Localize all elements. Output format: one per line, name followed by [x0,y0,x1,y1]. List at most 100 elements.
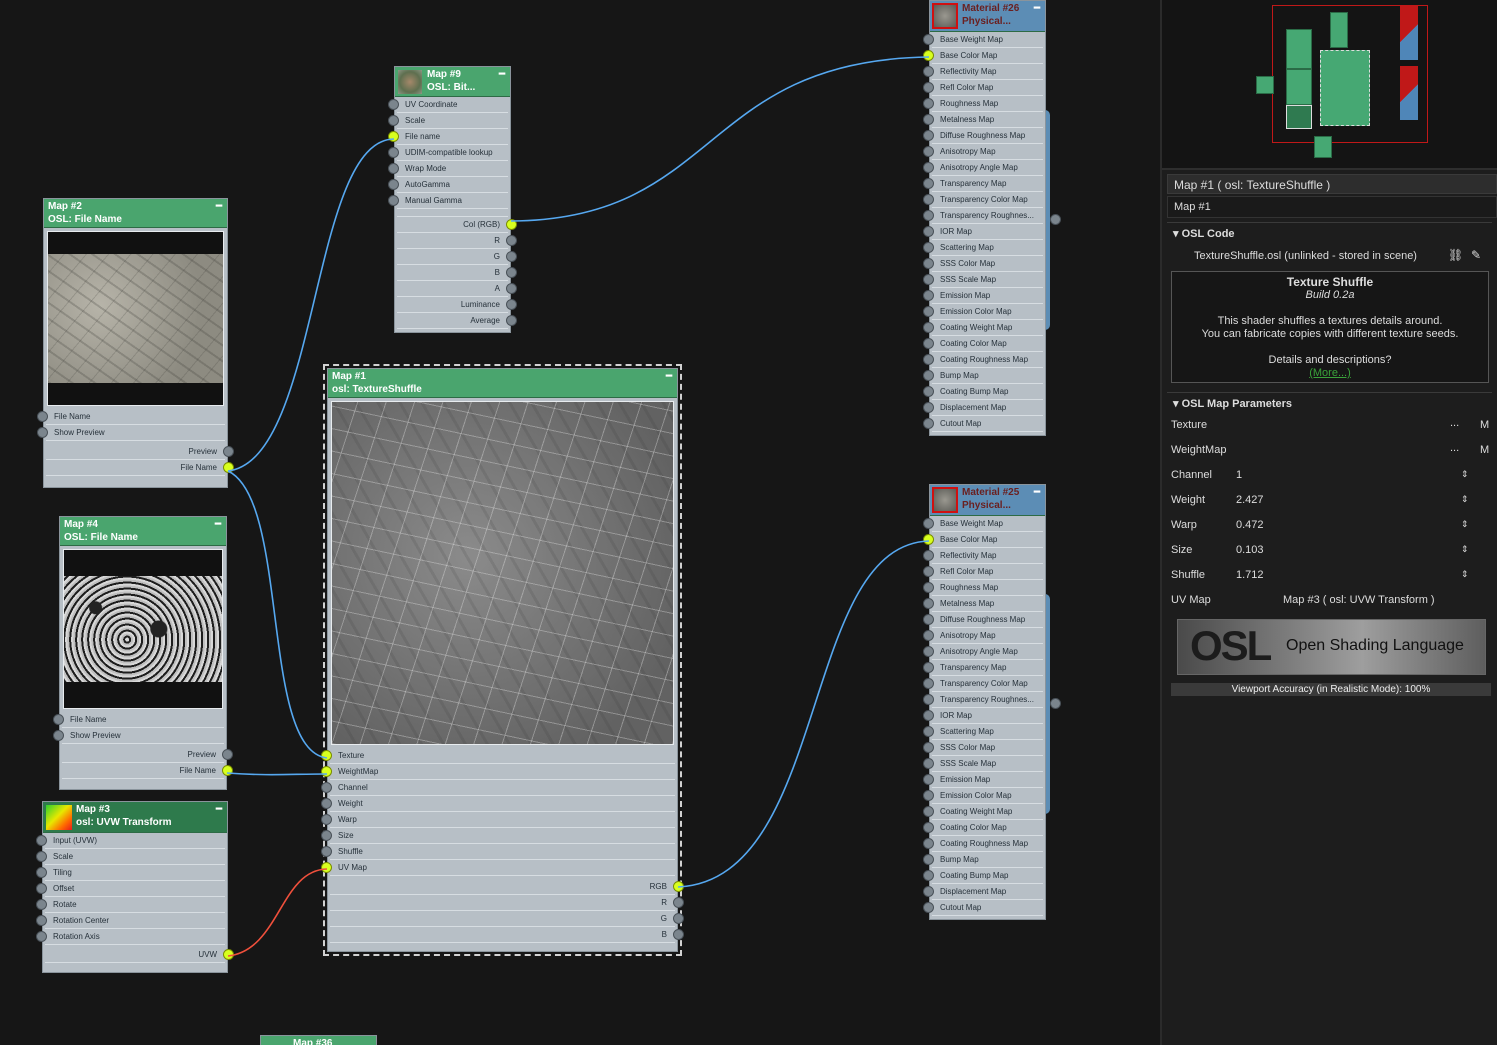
socket-pin[interactable] [923,386,934,397]
socket-pin[interactable] [37,411,48,422]
input-slot[interactable]: Displacement Map [923,400,1043,416]
socket-pin[interactable] [673,929,684,940]
input-slot[interactable]: IOR Map [923,708,1043,724]
output-slot[interactable]: G [397,249,517,265]
socket-pin[interactable] [923,582,934,593]
input-slot[interactable]: File Name [37,409,225,425]
socket-pin[interactable] [923,210,934,221]
browse-button[interactable]: ... [1450,442,1459,454]
socket-pin[interactable] [37,427,48,438]
socket-pin[interactable] [388,147,399,158]
socket-pin[interactable] [923,822,934,833]
input-slot[interactable]: Transparency Roughnes... [923,692,1043,708]
minimize-icon[interactable]: ━ [666,370,672,383]
socket-pin[interactable] [923,402,934,413]
minimize-icon[interactable]: ━ [1034,486,1040,499]
input-slot[interactable]: Metalness Map [923,112,1043,128]
socket-pin[interactable] [223,949,234,960]
viewport-accuracy-bar[interactable]: Viewport Accuracy (in Realistic Mode): 1… [1171,683,1491,696]
input-slot[interactable]: Coating Bump Map [923,384,1043,400]
param-value[interactable]: 1 [1236,469,1242,481]
socket-pin[interactable] [923,854,934,865]
input-slot[interactable]: Wrap Mode [388,161,508,177]
param-value[interactable]: 0.103 [1236,544,1264,556]
socket-pin[interactable] [923,886,934,897]
input-slot[interactable]: Base Color Map [923,532,1043,548]
input-slot[interactable]: Shuffle [321,844,675,860]
socket-pin[interactable] [923,146,934,157]
socket-pin[interactable] [923,566,934,577]
minimize-icon[interactable]: ━ [215,518,221,531]
input-slot[interactable]: Refl Color Map [923,564,1043,580]
socket-pin[interactable] [321,766,332,777]
output-slot[interactable]: B [330,927,684,943]
node-header[interactable]: Map #2 OSL: File Name ━ [44,199,227,228]
input-slot[interactable]: Transparency Roughnes... [923,208,1043,224]
input-slot[interactable]: Anisotropy Map [923,144,1043,160]
input-slot[interactable]: Coating Color Map [923,336,1043,352]
node-header[interactable]: Map #36 [261,1036,376,1045]
socket-pin[interactable] [388,179,399,190]
input-slot[interactable]: Reflectivity Map [923,64,1043,80]
minimize-icon[interactable]: ━ [216,200,222,213]
node-map4[interactable]: Map #4 OSL: File Name ━ File Name Show Pr… [53,516,233,790]
socket-pin[interactable] [923,630,934,641]
socket-pin[interactable] [506,235,517,246]
input-slot[interactable]: Emission Color Map [923,304,1043,320]
input-slot[interactable]: SSS Color Map [923,256,1043,272]
socket-pin[interactable] [506,251,517,262]
output-slot[interactable]: A [397,281,517,297]
socket-pin[interactable] [388,163,399,174]
socket-pin[interactable] [923,178,934,189]
socket-pin[interactable] [923,322,934,333]
spinner-icon[interactable]: ⇕ [1461,494,1469,505]
input-slot[interactable]: Coating Weight Map [923,320,1043,336]
input-slot[interactable]: Warp [321,812,675,828]
input-slot[interactable]: Transparency Color Map [923,676,1043,692]
output-slot[interactable]: Col (RGB) [397,217,517,233]
socket-pin[interactable] [923,550,934,561]
socket-pin[interactable] [673,897,684,908]
output-slot[interactable]: Preview [62,747,233,763]
socket-pin[interactable] [321,846,332,857]
node-material25[interactable]: Material #25 Physical... ━ Base Weight M… [923,484,1061,920]
node-map1[interactable]: Map #1 osl: TextureShuffle ━ Texture Weig… [321,368,684,952]
socket-pin[interactable] [222,765,233,776]
output-slot[interactable]: File Name [46,460,234,476]
socket-pin[interactable] [223,446,234,457]
input-slot[interactable]: Diffuse Roughness Map [923,128,1043,144]
socket-pin[interactable] [923,774,934,785]
input-slot[interactable]: Scattering Map [923,724,1043,740]
socket-pin[interactable] [923,742,934,753]
socket-pin[interactable] [923,66,934,77]
input-slot[interactable]: Cutout Map [923,416,1043,432]
socket-pin[interactable] [923,662,934,673]
rollup-header[interactable]: ▾ OSL Code [1167,223,1492,244]
param-row[interactable]: WeightMap... M [1171,442,1497,462]
input-slot[interactable]: Roughness Map [923,96,1043,112]
collapse-icon[interactable]: ▾ [1173,228,1182,240]
edit-pencil-icon[interactable]: ✎ [1471,248,1481,262]
param-value[interactable]: 1.712 [1236,569,1264,581]
socket-pin[interactable] [923,646,934,657]
input-slot[interactable]: Rotation Axis [36,929,225,945]
socket-pin[interactable] [923,258,934,269]
map-name-field[interactable]: Map #1 [1167,196,1497,218]
collapse-icon[interactable]: ▾ [1173,398,1182,410]
input-slot[interactable]: Scale [388,113,508,129]
socket-pin[interactable] [923,838,934,849]
socket-pin[interactable] [923,130,934,141]
socket-pin[interactable] [506,315,517,326]
input-slot[interactable]: Metalness Map [923,596,1043,612]
socket-pin[interactable] [506,219,517,230]
param-value[interactable]: 2.427 [1236,494,1264,506]
input-slot[interactable]: Tiling [36,865,225,881]
socket-pin[interactable] [923,338,934,349]
input-slot[interactable]: Refl Color Map [923,80,1043,96]
input-slot[interactable]: Base Weight Map [923,516,1043,532]
socket-pin[interactable] [923,902,934,913]
input-slot[interactable]: Show Preview [37,425,225,441]
socket-pin[interactable] [321,814,332,825]
socket-pin[interactable] [321,750,332,761]
output-slot[interactable]: Average [397,313,517,329]
